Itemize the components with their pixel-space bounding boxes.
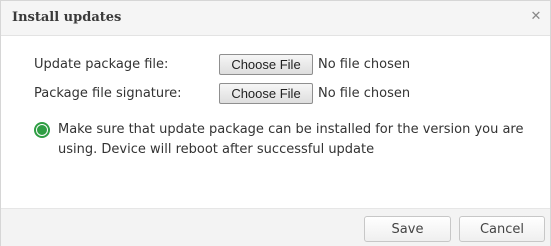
notice-text-line-1: Make sure that update package can be ins… — [58, 122, 524, 137]
update-package-label: Update package file: — [34, 57, 169, 72]
dialog-footer: Save Cancel — [1, 208, 550, 246]
update-package-file-status: No file chosen — [318, 57, 411, 72]
notice-text-line-2: using. Device will reboot after successf… — [58, 142, 375, 157]
close-icon[interactable]: ✕ — [528, 9, 544, 25]
update-package-choose-file-button[interactable]: Choose File — [219, 54, 313, 75]
signature-choose-file-button[interactable]: Choose File — [219, 83, 313, 104]
cancel-button[interactable]: Cancel — [459, 216, 545, 242]
info-icon — [34, 122, 50, 138]
signature-label: Package file signature: — [34, 86, 182, 101]
signature-file-status: No file chosen — [318, 86, 411, 101]
install-updates-dialog: Install updates ✕ Update package file: C… — [0, 0, 551, 246]
dialog-title: Install updates — [12, 10, 122, 25]
dialog-titlebar: Install updates ✕ — [1, 1, 550, 36]
save-button[interactable]: Save — [364, 216, 451, 242]
